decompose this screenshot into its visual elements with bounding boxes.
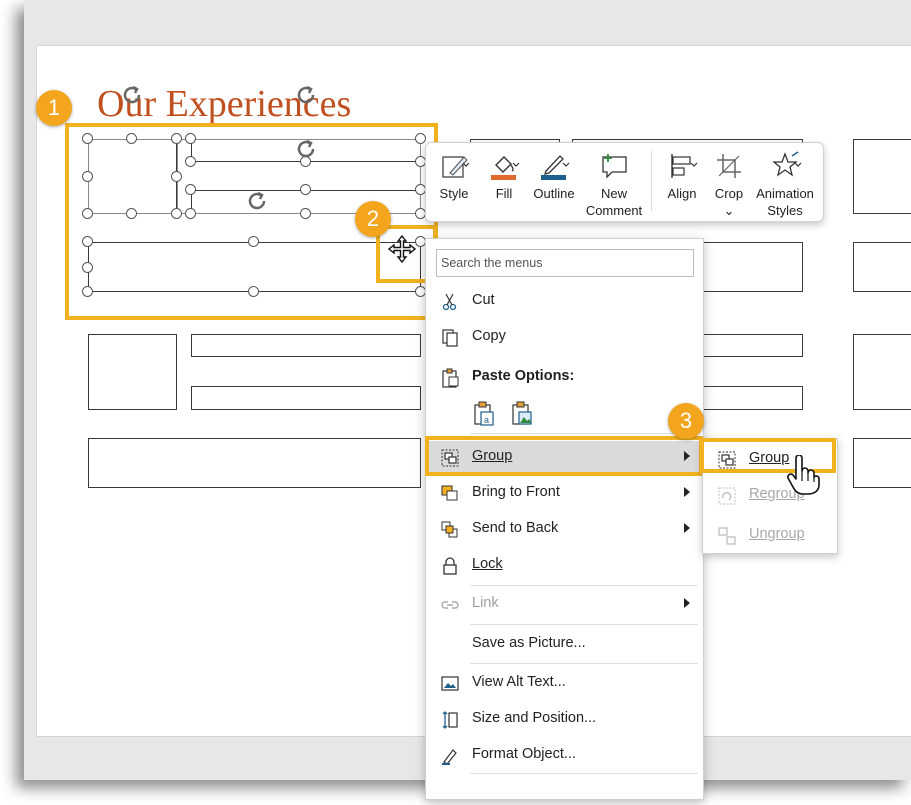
rotate-handle-icon[interactable] [294,83,318,107]
ungroup-icon [718,527,736,545]
group-item-highlight-box [425,436,703,476]
regroup-icon [718,487,736,505]
shape-box[interactable] [853,242,911,292]
rotate-handle-icon[interactable] [120,83,144,107]
menu-item-format-object[interactable]: Format Object... [426,739,703,771]
outline-pen-icon [541,155,570,180]
animation-star-icon [772,151,802,177]
menu-item-label: Save as Picture... [472,635,586,651]
shape-style-icon [442,156,470,178]
hand-pointer-icon [787,455,820,495]
paste-keep-source-icon[interactable]: a [472,401,496,427]
animation-label-2: Styles [767,203,803,218]
submenu-item-ungroup[interactable]: Ungroup [703,519,837,551]
shape-box[interactable] [88,438,421,488]
shape-box[interactable] [853,438,911,488]
submenu-item-label: Ungroup [749,526,805,542]
alt-text-icon [441,676,459,691]
shape-box[interactable] [191,386,421,410]
step-badge-2: 2 [355,201,391,237]
menu-separator [470,624,698,625]
new-comment-label-2: Comment [585,203,643,218]
menu-item-lock[interactable]: Lock [426,549,703,581]
fill-button[interactable]: Fill [484,143,524,221]
crop-icon [717,154,741,178]
menu-item-label: Bring to Front [472,484,560,500]
clipboard-icon [442,368,459,388]
menu-item-label: View Alt Text... [472,674,566,690]
submenu-arrow-icon [684,487,690,497]
send-back-icon [441,521,458,538]
menu-item-label: Format Object... [472,746,576,762]
fill-bucket-icon [491,156,520,180]
animation-label-1: Animation [756,186,814,201]
menu-item-label: Paste Options: [472,368,575,384]
menu-item-label: Copy [472,328,506,344]
shape-box[interactable] [700,242,803,292]
submenu-arrow-icon [684,523,690,533]
shape-box[interactable] [853,139,911,214]
size-position-icon [442,711,458,729]
menu-item-size-and-position[interactable]: Size and Position... [426,703,703,735]
shape-box[interactable] [191,334,421,357]
menu-item-send-to-back[interactable]: Send to Back [426,513,703,545]
mini-toolbar: Style Fill Outline New Comment Align Crop… [425,142,824,222]
crop-button[interactable]: Crop ⌄ [708,143,750,221]
comment-add-icon [602,154,627,179]
new-comment-label-1: New [600,186,627,201]
menu-separator [470,663,698,664]
context-menu: Search the menus Cut Copy Paste Options:… [425,238,704,800]
menu-item-paste-options: Paste Options: [426,361,703,393]
menu-item-label: Cut [472,292,495,308]
align-left-icon [671,154,698,178]
crop-dropdown-icon: ⌄ [723,203,735,218]
step-badge-3: 3 [668,403,704,439]
menu-item-view-alt-text[interactable]: View Alt Text... [426,667,703,699]
shape-box[interactable] [853,334,911,410]
menu-item-label: Size and Position... [472,710,597,726]
fill-label: Fill [495,186,513,201]
search-menus-input[interactable]: Search the menus [436,249,694,277]
menu-separator [470,433,698,434]
toolbar-separator [651,151,652,211]
menu-item-label: Send to Back [472,520,559,536]
outline-label: Outline [533,186,575,201]
paste-as-picture-icon[interactable] [510,401,534,427]
shape-box[interactable] [700,334,803,357]
align-label: Align [667,186,697,201]
menu-item-link[interactable]: Link [426,588,703,620]
format-object-icon [442,749,457,765]
menu-item-save-as-picture[interactable]: Save as Picture... [426,628,703,660]
shape-box[interactable] [700,386,803,410]
style-button[interactable]: Style [434,143,474,221]
link-icon [441,601,459,609]
crop-label: Crop [714,186,744,201]
menu-item-bring-to-front[interactable]: Bring to Front [426,477,703,509]
menu-item-copy[interactable]: Copy [426,321,703,353]
svg-text:a: a [484,415,489,425]
menu-item-label: Lock [472,556,503,572]
step-badge-1: 1 [36,90,72,126]
menu-separator [470,585,698,586]
lock-icon [443,557,457,575]
bring-front-icon [441,485,458,501]
submenu-arrow-icon [684,598,690,608]
align-button[interactable]: Align [660,143,704,221]
animation-styles-button[interactable]: Animation Styles [752,143,818,221]
menu-separator [470,773,698,774]
menu-item-label: Link [472,595,499,611]
menu-item-cut[interactable]: Cut [426,285,703,317]
new-comment-button[interactable]: New Comment [582,143,646,221]
scissors-icon [442,293,457,311]
shape-box[interactable] [88,334,177,410]
copy-icon [442,329,458,347]
style-label: Style [439,186,469,201]
outline-button[interactable]: Outline [530,143,578,221]
